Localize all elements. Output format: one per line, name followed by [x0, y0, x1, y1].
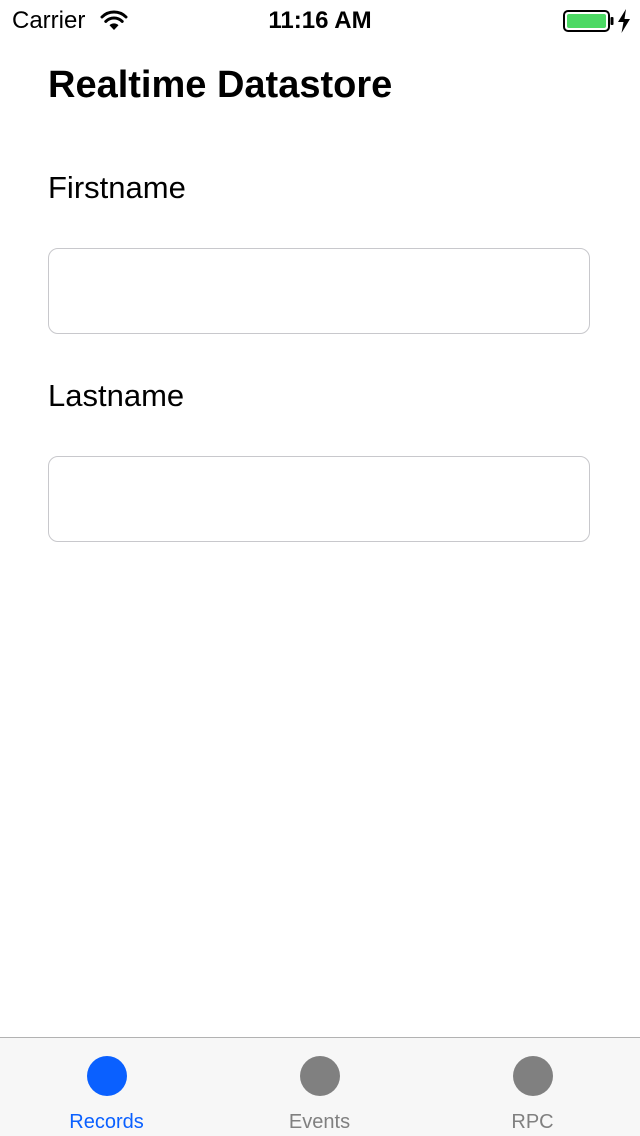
tab-events-label: Events	[288, 1111, 351, 1133]
tab-rpc[interactable]: RPC	[426, 1038, 639, 1136]
records-tab-icon	[86, 1056, 127, 1096]
lastname-field[interactable]	[48, 456, 590, 542]
rpc-tab-icon	[512, 1056, 553, 1096]
tab-records[interactable]: Records	[0, 1038, 213, 1136]
tab-events[interactable]: Events	[213, 1038, 426, 1136]
tab-records-label: Records	[69, 1111, 144, 1133]
firstname-field[interactable]	[48, 248, 590, 334]
firstname-label: Firstname	[48, 170, 186, 205]
charging-bolt-icon	[618, 9, 630, 33]
status-bar: Carrier 11:16 AM	[0, 0, 640, 40]
app-screen: Carrier 11:16 AM Realtime Datastore Firs…	[0, 0, 640, 1136]
lastname-label: Lastname	[48, 378, 185, 413]
tab-bar: Records Events RPC	[0, 1037, 640, 1136]
events-tab-icon	[299, 1056, 340, 1096]
status-time: 11:16 AM	[268, 7, 372, 34]
tab-rpc-label: RPC	[511, 1111, 554, 1133]
battery-icon	[563, 10, 614, 32]
page-title: Realtime Datastore	[48, 64, 393, 106]
